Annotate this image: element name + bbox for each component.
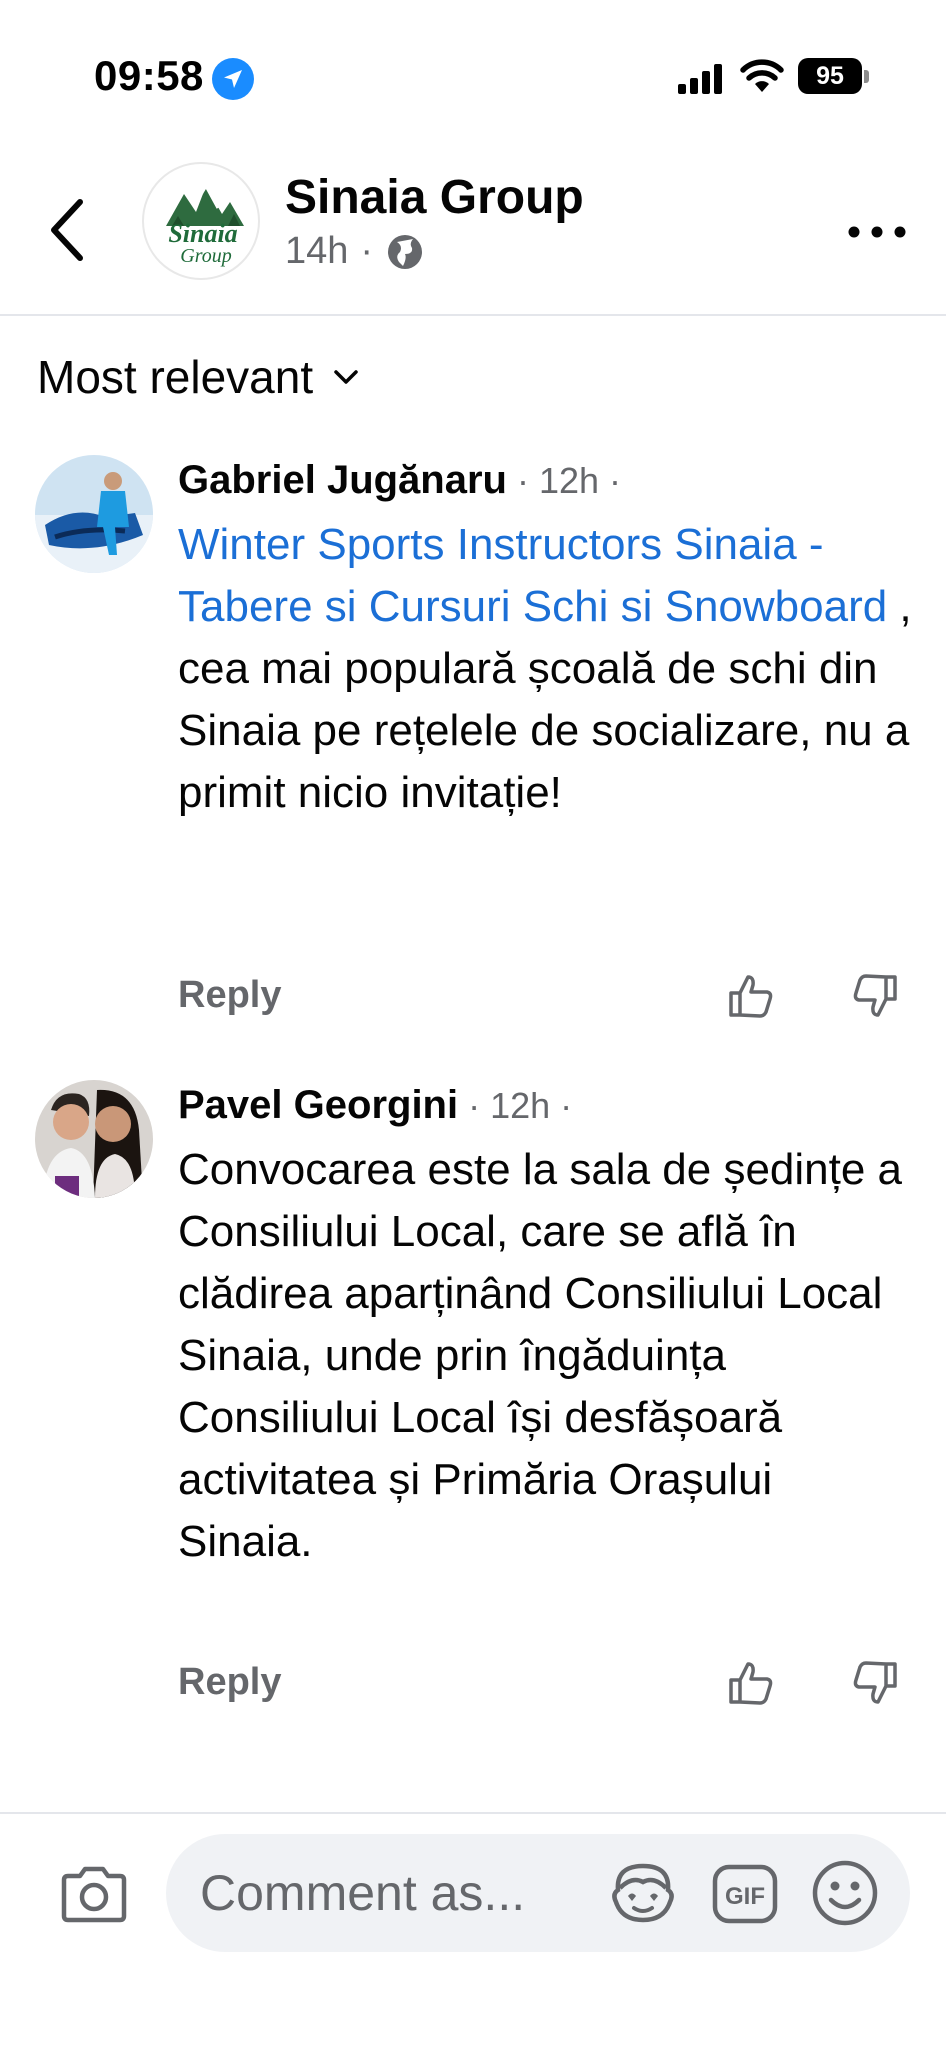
status-time: 09:58 — [94, 52, 204, 99]
comment-time: · 12h · — [458, 1085, 573, 1126]
meta-separator: · — [360, 230, 374, 272]
sort-label: Most relevant — [37, 351, 314, 403]
post-header: Sinaia Group Sinaia Group 14h · — [0, 150, 946, 316]
comment-actions: Reply — [178, 965, 918, 1025]
comment-body: Pavel Georgini · 12h · Convocarea este l… — [178, 1080, 918, 1573]
thumbs-up-icon[interactable] — [726, 1658, 776, 1708]
comment-header: Pavel Georgini · 12h · — [178, 1080, 918, 1131]
comment-text: Winter Sports Instructors Sinaia - Taber… — [178, 514, 918, 824]
wifi-icon — [740, 59, 784, 92]
post-meta: 14h · — [285, 230, 425, 273]
avatar[interactable] — [35, 455, 153, 573]
group-logo[interactable]: Sinaia Group — [142, 162, 260, 280]
more-dots-icon[interactable] — [842, 212, 912, 252]
comment-actions: Reply — [178, 1652, 918, 1712]
back-chevron-icon[interactable] — [40, 190, 100, 270]
comment-header: Gabriel Jugănaru · 12h · — [178, 455, 918, 506]
globe-icon — [388, 234, 423, 269]
group-name[interactable]: Sinaia Group — [285, 170, 584, 225]
comment-body: Gabriel Jugănaru · 12h · Winter Sports I… — [178, 455, 918, 824]
gif-icon: GIF — [712, 1864, 778, 1924]
logo-text-bottom: Group — [180, 245, 231, 267]
smiley-icon[interactable] — [810, 1858, 880, 1928]
comment-input-placeholder: Comment as... — [200, 1865, 526, 1921]
avatar[interactable] — [35, 1080, 153, 1198]
status-bar: 09:58 95 — [0, 0, 946, 150]
chevron-down-icon — [334, 370, 358, 384]
thumbs-up-icon[interactable] — [726, 971, 776, 1021]
thumbs-down-icon[interactable] — [850, 1658, 900, 1708]
post-age: 14h — [285, 230, 349, 272]
signal-icon — [678, 64, 722, 94]
avatar-sticker-icon[interactable] — [608, 1860, 678, 1926]
comment-composer: Comment as... GIF — [0, 1812, 946, 2048]
comment-author[interactable]: Pavel Georgini — [178, 1083, 458, 1127]
logo-text-top: Sinaia — [168, 219, 237, 248]
reply-button[interactable]: Reply — [178, 965, 281, 1025]
reply-button[interactable]: Reply — [178, 1652, 281, 1712]
comment-author[interactable]: Gabriel Jugănaru — [178, 458, 507, 502]
battery-indicator: 95 — [798, 58, 862, 94]
gif-button[interactable]: GIF — [712, 1864, 778, 1929]
sort-dropdown[interactable]: Most relevant — [37, 350, 361, 404]
gif-label: GIF — [725, 1883, 765, 1910]
comment-text-content: Convocarea este la sala de ședințe a Con… — [178, 1145, 903, 1566]
comment-time: · 12h · — [506, 460, 622, 501]
location-arrow-icon — [212, 58, 254, 100]
thumbs-down-icon[interactable] — [850, 971, 900, 1021]
battery-cap — [864, 70, 869, 83]
mentioned-page-link[interactable]: Winter Sports Instructors Sinaia - Taber… — [178, 520, 887, 631]
camera-icon[interactable] — [58, 1864, 130, 1924]
